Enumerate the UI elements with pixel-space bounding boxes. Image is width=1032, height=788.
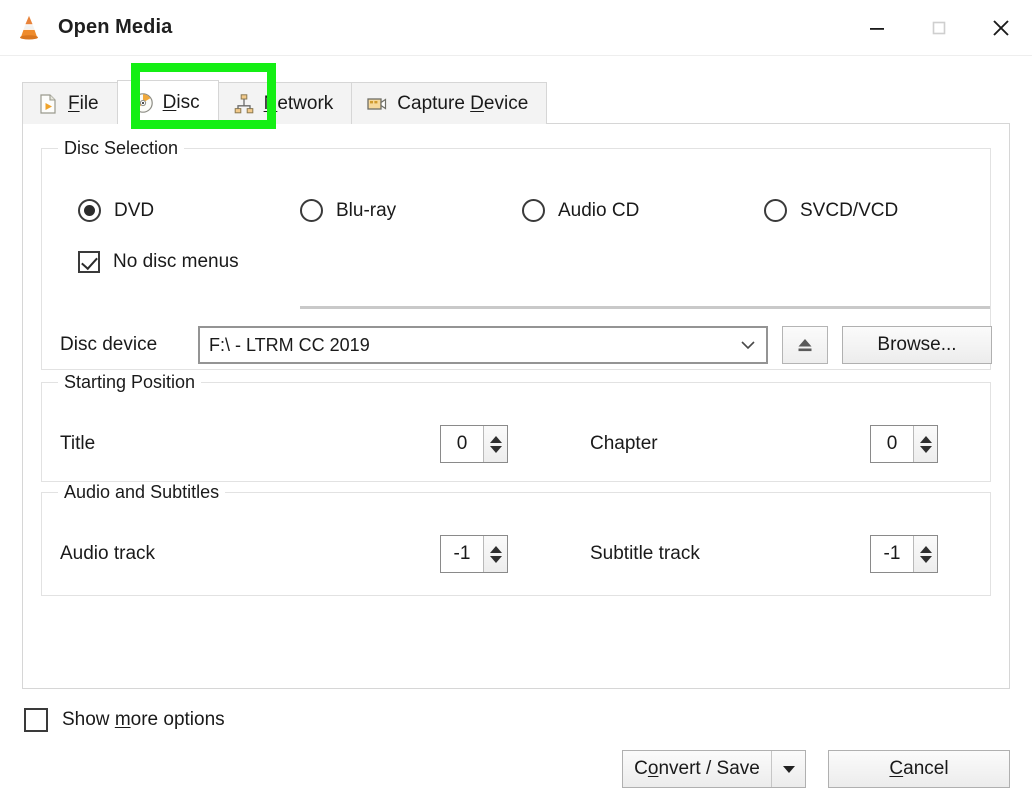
audio-track-value: -1 <box>441 536 483 572</box>
starting-position-legend: Starting Position <box>58 372 201 393</box>
subtitle-track-spinner[interactable]: -1 <box>870 535 938 573</box>
subtitle-track-label: Subtitle track <box>508 543 870 565</box>
no-disc-menus-indicator <box>78 251 100 273</box>
radio-svcd-vcd[interactable]: SVCD/VCD <box>764 199 898 222</box>
radio-audio-cd-label: Audio CD <box>558 200 639 222</box>
disc-selection-separator <box>300 306 990 309</box>
radio-audio-cd[interactable]: Audio CD <box>522 199 764 222</box>
spinner-up-icon[interactable] <box>920 436 932 443</box>
radio-bluray-indicator <box>300 199 323 222</box>
radio-dvd-label: DVD <box>114 200 154 222</box>
audio-subtitles-group: Audio and Subtitles Audio track -1 Subti… <box>41 492 991 596</box>
audio-track-label: Audio track <box>60 543 440 565</box>
maximize-button[interactable] <box>908 0 970 56</box>
chapter-value: 0 <box>871 426 913 462</box>
spinner-up-icon[interactable] <box>490 436 502 443</box>
spinner-down-icon[interactable] <box>920 556 932 563</box>
disc-type-radio-group: DVD Blu-ray Audio CD SVCD/VCD <box>42 199 990 222</box>
capture-device-icon <box>366 93 388 115</box>
title-spinner-arrows[interactable] <box>483 426 507 462</box>
title-label: Title <box>60 433 440 455</box>
chevron-down-icon <box>738 335 758 355</box>
radio-bluray[interactable]: Blu-ray <box>300 199 522 222</box>
convert-save-button[interactable]: Convert / Save <box>623 751 771 787</box>
tab-strip: File Disc Network Capture Device <box>22 82 547 124</box>
title-bar: Open Media <box>0 0 1032 56</box>
title-spinner[interactable]: 0 <box>440 425 508 463</box>
close-button[interactable] <box>970 0 1032 56</box>
spinner-up-icon[interactable] <box>490 546 502 553</box>
radio-bluray-label: Blu-ray <box>336 200 396 222</box>
no-disc-menus-label: No disc menus <box>113 251 239 273</box>
chapter-label: Chapter <box>508 433 870 455</box>
checkbox-show-more-options[interactable]: Show more options <box>24 708 225 732</box>
tab-network-label: Network <box>264 93 334 115</box>
window-title: Open Media <box>58 16 172 39</box>
radio-dvd-indicator <box>78 199 101 222</box>
window-controls <box>846 0 1032 56</box>
tab-file[interactable]: File <box>22 82 118 124</box>
spinner-up-icon[interactable] <box>920 546 932 553</box>
spinner-down-icon[interactable] <box>920 446 932 453</box>
audio-track-spinner[interactable]: -1 <box>440 535 508 573</box>
maximize-icon <box>928 17 950 39</box>
browse-button-label: Browse... <box>877 334 956 356</box>
tab-network[interactable]: Network <box>218 82 353 124</box>
spinner-down-icon[interactable] <box>490 556 502 563</box>
tab-file-label: File <box>68 93 99 115</box>
tab-capture-device[interactable]: Capture Device <box>351 82 547 124</box>
radio-svcd-vcd-label: SVCD/VCD <box>800 200 898 222</box>
dialog-buttons: Convert / Save Cancel <box>622 750 1010 788</box>
caret-down-icon <box>783 766 795 773</box>
eject-button[interactable] <box>782 326 828 364</box>
starting-position-row: Title 0 Chapter 0 <box>60 425 992 463</box>
disc-device-combobox[interactable]: F:\ - LTRM CC 2019 <box>198 326 768 364</box>
spinner-down-icon[interactable] <box>490 446 502 453</box>
network-icon <box>233 93 255 115</box>
disc-device-value: F:\ - LTRM CC 2019 <box>209 335 738 356</box>
radio-dvd[interactable]: DVD <box>78 199 300 222</box>
cancel-button[interactable]: Cancel <box>828 750 1010 788</box>
disc-device-row: Disc device F:\ - LTRM CC 2019 Browse... <box>60 326 992 364</box>
radio-svcd-vcd-indicator <box>764 199 787 222</box>
title-value: 0 <box>441 426 483 462</box>
minimize-button[interactable] <box>846 0 908 56</box>
checkbox-no-disc-menus[interactable]: No disc menus <box>78 251 239 273</box>
tab-disc-label: Disc <box>163 92 200 114</box>
eject-icon <box>794 334 816 356</box>
browse-button[interactable]: Browse... <box>842 326 992 364</box>
chapter-spinner-arrows[interactable] <box>913 426 937 462</box>
tab-disc[interactable]: Disc <box>117 80 219 124</box>
convert-save-split-button[interactable]: Convert / Save <box>622 750 806 788</box>
convert-save-label: Convert / Save <box>634 758 760 780</box>
starting-position-group: Starting Position Title 0 Chapter 0 <box>41 382 991 482</box>
disc-device-label: Disc device <box>60 334 198 356</box>
cancel-button-label: Cancel <box>889 758 948 780</box>
subtitle-track-value: -1 <box>871 536 913 572</box>
convert-save-dropdown-button[interactable] <box>771 751 805 787</box>
show-more-options-indicator <box>24 708 48 732</box>
audio-subtitles-row: Audio track -1 Subtitle track -1 <box>60 535 992 573</box>
show-more-options-label: Show more options <box>62 709 225 731</box>
minimize-icon <box>866 17 888 39</box>
file-icon <box>37 93 59 115</box>
open-media-panel: Disc Selection DVD Blu-ray Audio CD SVCD… <box>22 123 1010 689</box>
disc-selection-group: Disc Selection DVD Blu-ray Audio CD SVCD… <box>41 148 991 370</box>
disc-selection-legend: Disc Selection <box>58 138 184 159</box>
close-icon <box>988 15 1014 41</box>
vlc-cone-icon <box>14 13 44 43</box>
tab-capture-device-label: Capture Device <box>397 93 528 115</box>
chapter-spinner[interactable]: 0 <box>870 425 938 463</box>
disc-icon <box>132 92 154 114</box>
subtitle-track-spinner-arrows[interactable] <box>913 536 937 572</box>
radio-audio-cd-indicator <box>522 199 545 222</box>
audio-subtitles-legend: Audio and Subtitles <box>58 482 225 503</box>
audio-track-spinner-arrows[interactable] <box>483 536 507 572</box>
